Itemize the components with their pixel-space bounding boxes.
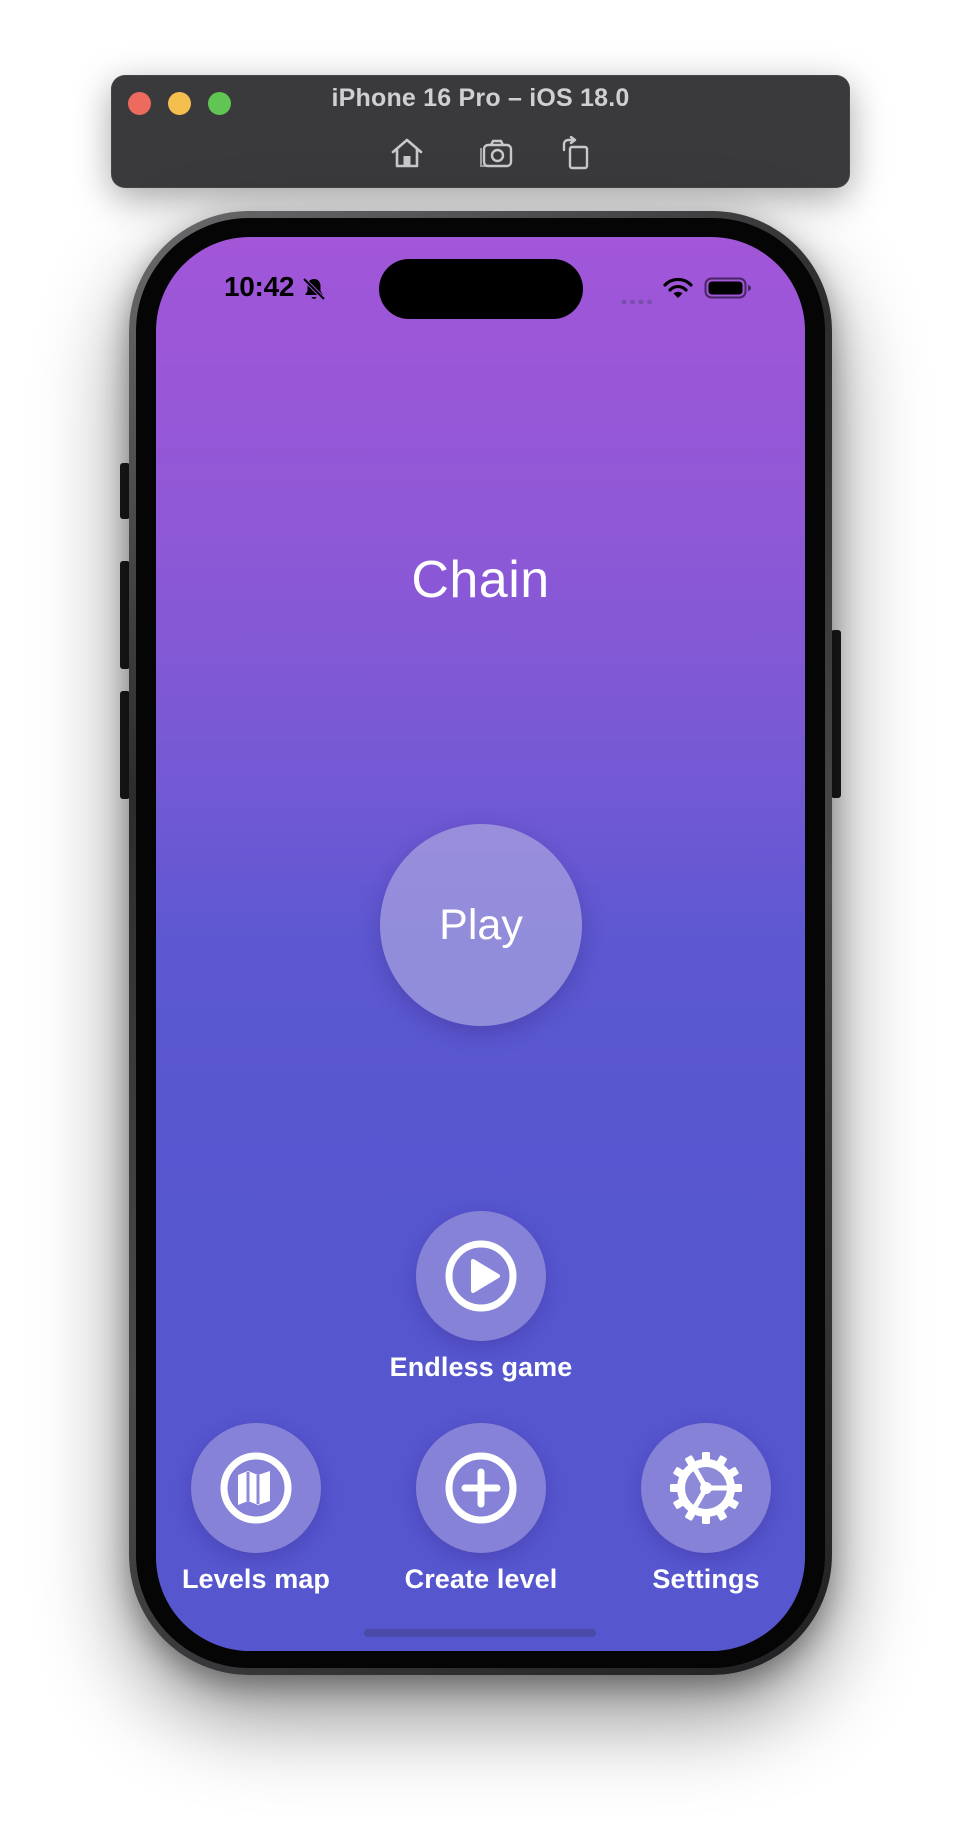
plus-circle-icon [445,1452,517,1524]
power-button [831,630,841,798]
wifi-icon [663,276,693,300]
map-icon [220,1452,292,1524]
home-icon[interactable] [389,136,425,170]
levels-map-button[interactable] [191,1423,321,1553]
gear-icon [670,1452,742,1524]
simulator-title: iPhone 16 Pro – iOS 18.0 [331,84,630,112]
status-time: 10:42 [224,271,295,302]
play-button[interactable]: Play [380,824,582,1026]
battery-icon [704,276,752,300]
create-level-label: Create level [404,1564,558,1594]
endless-game-button[interactable] [416,1211,546,1341]
play-button-label: Play [439,900,523,949]
bell-slash-icon [301,276,327,302]
cellular-dots-icon [621,292,653,305]
settings-button[interactable] [641,1423,771,1553]
app-title: Chain [411,551,550,609]
levels-map-label: Levels map [181,1564,331,1594]
endless-game-label: Endless game [389,1352,573,1382]
home-indicator[interactable] [364,1629,596,1637]
dynamic-island [379,259,583,319]
create-level-button[interactable] [416,1423,546,1553]
play-circle-icon [445,1240,517,1312]
settings-label: Settings [652,1564,760,1594]
rotate-icon[interactable] [558,135,594,170]
screenshot-icon[interactable] [478,136,514,170]
